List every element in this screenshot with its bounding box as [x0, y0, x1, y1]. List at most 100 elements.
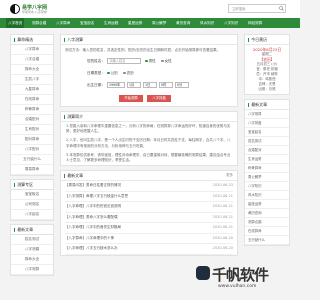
sidebar-link[interactable]: 八字配对 — [11, 145, 53, 155]
day-select[interactable]: 1日 — [143, 82, 157, 88]
nav-item-home[interactable]: 八字首页 — [6, 18, 25, 28]
calendar-lunar-option[interactable]: 农历 — [123, 71, 134, 76]
site-logo[interactable]: 易学八字网 华夏风水·八字算命 — [10, 3, 47, 15]
sidebar-link[interactable]: 算命大全 — [11, 255, 53, 265]
sidebar-box-featured: 算命精选 八字算命 八字合婚 算命大全 生辰八字 九星算命 在线算命 称骨算命 … — [10, 34, 54, 176]
hot-link[interactable]: 周公解梦 — [245, 173, 289, 182]
about-paragraph: 1.您属六亲和八字命理中重要信息之一，分析八字的命局，在测算算八字命运的好坏，知… — [66, 124, 231, 134]
about-paragraph: 3.本测算仅供参考，请勿迷信，理性对待命理学，自己要谨慎对待，想要最准确的测算结… — [66, 152, 231, 163]
right-sidebar: 今日黄历 2020年6月23日 星期二 【农历】 五月初三 (小) 宜：祭祀 祈… — [244, 34, 290, 250]
sidebar-link[interactable]: 八字测算 — [11, 265, 53, 275]
intro-text: 测试方法：输入您的姓名，并选定性别，阳历/农历的出生日期和时辰，点击开始测算即可… — [65, 48, 221, 52]
hot-box: 最新文章 八字测算 八字排盘 宝宝起名 姓名测试 合婚配对 生肖运势 称骨算命 … — [244, 99, 290, 246]
minute-select[interactable]: 0分 — [175, 82, 189, 88]
nav-item[interactable]: 测算合婚 — [32, 18, 46, 28]
nav-item[interactable]: 网站测算 — [248, 18, 262, 28]
hot-link[interactable]: 八字排盘 — [245, 119, 289, 128]
nav-item[interactable]: 黄历查询 — [176, 18, 190, 28]
article-row[interactable]: 【周易问答】男命日柱看正财的情况 2020-06-23 — [65, 181, 233, 192]
sidebar-heading: 最新文章 — [11, 225, 53, 235]
sidebar-link[interactable]: 八字算命 — [11, 45, 53, 55]
sidebar-link[interactable]: 公司测名 — [11, 200, 53, 210]
sidebar-link[interactable]: 五行缺什么 — [11, 155, 53, 165]
article-row[interactable]: 【八字测算】命理八字五行缺金什么意思 2020-06-21 — [65, 192, 233, 203]
main-nav: 八字首页 测算合婚 八字算命 宝宝起名 生肖运程 星座运势 周公解梦 黄历查询 … — [0, 18, 300, 28]
sidebar-link[interactable]: 生辰八字 — [11, 75, 53, 85]
calendar-solar-option[interactable]: 公历 — [107, 71, 118, 76]
sidebar-heading: 测算专区 — [11, 180, 53, 190]
nav-item[interactable]: 八字算命 — [56, 18, 70, 28]
hot-link[interactable]: 测算合婚 — [245, 218, 289, 227]
almanac-heading: 今日黄历 — [245, 35, 289, 45]
article-row[interactable]: 【八字命理】八字中的食伤生财格局 2020-06-21 — [65, 223, 233, 234]
sidebar-link[interactable]: 八字合婚 — [11, 55, 53, 65]
main-content: 八字测算 测试方法：输入您的姓名，并选定性别，阳历/农历的出生日期和时辰，点击开… — [60, 34, 238, 260]
birth-label: 出生日期： — [87, 83, 105, 87]
hot-link[interactable]: 八字测算 — [245, 110, 289, 119]
nav-item[interactable]: 星座运势 — [128, 18, 142, 28]
hour-select[interactable]: 0时 — [159, 82, 173, 88]
more-link[interactable]: 更多 — [226, 171, 233, 180]
hot-link[interactable]: 姓名测试 — [245, 137, 289, 146]
article-row[interactable]: 【八字算命】八字命理中的十神 2020-06-20 — [65, 234, 233, 245]
watermark-text: 千帆软件 — [212, 266, 269, 284]
radio-icon — [161, 59, 164, 63]
sidebar-link[interactable]: 称骨算命 — [11, 105, 53, 115]
hot-link[interactable]: 生肖运势 — [245, 155, 289, 164]
radio-icon — [107, 71, 110, 75]
card-heading: 最新文章 更多 — [61, 171, 237, 182]
nav-item[interactable]: 周公解梦 — [152, 18, 166, 28]
article-row[interactable]: 【八字命理】男命八字怎么看配偶 2020-06-21 — [65, 213, 233, 224]
hot-link[interactable]: 风水知识 — [245, 191, 289, 200]
search-placeholder: 立即搜索 — [232, 7, 246, 11]
sidebar-link[interactable]: 配对算命 — [11, 135, 53, 145]
name-input[interactable]: 请输入姓名 — [107, 58, 141, 64]
hot-link[interactable]: 合婚配对 — [245, 146, 289, 155]
about-paragraph: 2.八字，也叫生辰八字，是一个人出生时的干支历日期：年月日时共四柱干支，每柱两字… — [66, 138, 231, 148]
calendar-row: 日期类型： 公历 农历 — [61, 68, 237, 80]
month-select[interactable]: 1月 — [127, 82, 141, 88]
card-heading: 测算简介 — [61, 112, 237, 122]
button-row: 开始测算 八字排盘 — [61, 92, 237, 106]
article-row[interactable]: 【八字命理】八字五行缺木怎么办 2020-06-20 — [65, 244, 233, 255]
nav-item[interactable]: 八字知识 — [224, 18, 238, 28]
hot-link[interactable]: 星座运势 — [245, 200, 289, 209]
hot-link[interactable]: 称骨算命 — [245, 164, 289, 173]
gender-male-option[interactable]: 男性 — [145, 59, 156, 64]
about-card: 测算简介 1.您属六亲和八字命理中重要信息之一，分析八字的命局，在测算算八字命运… — [60, 111, 238, 167]
hot-link[interactable]: 黄历查询 — [245, 209, 289, 218]
sidebar-link[interactable]: 九星算命 — [11, 85, 53, 95]
year-select[interactable]: 1990年 — [107, 82, 125, 88]
gender-female-option[interactable]: 女性 — [161, 59, 172, 64]
nav-item[interactable]: 宝宝起名 — [80, 18, 94, 28]
nav-item[interactable]: 生肖运程 — [104, 18, 118, 28]
nav-item[interactable]: 风水知识 — [200, 18, 214, 28]
yin-yang-icon — [10, 4, 20, 14]
hot-link[interactable]: 五行缺什么 — [245, 236, 289, 245]
hot-link[interactable]: 宝宝起名 — [245, 128, 289, 137]
radio-icon — [123, 71, 126, 75]
hot-link[interactable]: 八字知识 — [245, 182, 289, 191]
watermark: 千帆软件 www.vulhan.com — [196, 262, 292, 296]
sidebar-link[interactable]: 在线算命 — [11, 95, 53, 105]
sidebar-box-tools: 测算专区 宝宝取名 公司测名 八字起名 — [10, 179, 54, 221]
article-row[interactable]: 【八字命理】八字中的伤官见官说明 2020-06-21 — [65, 202, 233, 213]
header: 易学八字网 华夏风水·八字算命 立即搜索 — [0, 0, 300, 18]
search-input[interactable]: 立即搜索 — [228, 4, 286, 13]
sidebar-link[interactable]: 周易算命 — [11, 165, 53, 175]
almanac-content: 2020年6月23日 星期二 【农历】 五月初三 (小) 宜：祭祀 祈福 忌：开… — [252, 47, 282, 91]
sidebar-link[interactable]: 生肖配对 — [11, 125, 53, 135]
sidebar-link[interactable]: 姓名测试 — [11, 235, 53, 245]
bazi-form-card: 八字测算 测试方法：输入您的姓名，并选定性别，阳历/农历的出生日期和时辰，点击开… — [60, 34, 238, 107]
start-button[interactable]: 开始测算 — [119, 95, 143, 102]
sidebar-link[interactable]: 合婚配对 — [11, 115, 53, 125]
sidebar-box-latest: 最新文章 姓名测试 八字测婚 算命大全 八字测算 — [10, 224, 54, 276]
paipan-button[interactable]: 八字排盘 — [147, 95, 171, 102]
sidebar-link[interactable]: 八字测婚 — [11, 245, 53, 255]
sidebar-link[interactable]: 算命大全 — [11, 65, 53, 75]
hot-link[interactable]: 在线算命 — [245, 227, 289, 236]
sidebar-link[interactable]: 八字起名 — [11, 210, 53, 220]
almanac-box: 今日黄历 2020年6月23日 星期二 【农历】 五月初三 (小) 宜：祭祀 祈… — [244, 34, 290, 95]
sidebar-link[interactable]: 宝宝取名 — [11, 190, 53, 200]
search-icon[interactable] — [278, 6, 284, 11]
